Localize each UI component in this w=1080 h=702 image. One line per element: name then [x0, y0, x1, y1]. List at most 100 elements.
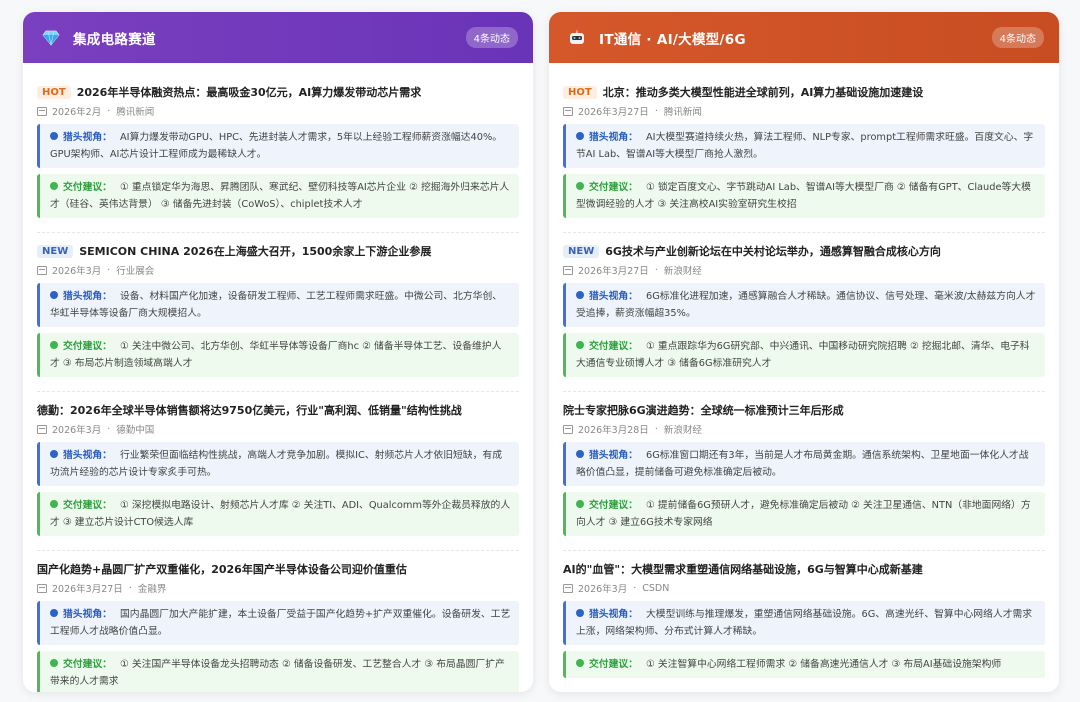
card-header: IT通信 · AI/大模型/6G 4条动态 — [549, 12, 1059, 63]
meta-separator: · — [107, 264, 111, 276]
newspaper-icon — [563, 106, 573, 116]
news-title[interactable]: HOT 2026年半导体融资热点：最高吸金30亿元，AI算力爆发带动芯片需求 — [37, 82, 519, 102]
news-item: HOT 北京：推动多类大模型性能进全球前列，AI算力基础设施加速建设 2026年3月… — [563, 82, 1045, 233]
news-date: 2026年3月 — [578, 584, 628, 595]
delivery-advice: 交付建议： ① 提前储备6G预研人才，避免标准确定后被动 ② 关注卫星通信、NTN… — [563, 492, 1045, 536]
count-badge: 4条动态 — [465, 27, 518, 48]
green-dot-icon — [576, 500, 584, 508]
news-source: 腾讯新闻 — [663, 107, 702, 118]
hot-tag: HOT — [37, 85, 71, 99]
advice-text: ① 重点锁定华为海思、昇腾团队、寒武纪、壁仞科技等AI芯片企业 ② 挖掘海外归来… — [50, 182, 510, 210]
news-source: 新浪财经 — [663, 266, 702, 277]
meta-separator: · — [654, 105, 658, 117]
gem-icon — [41, 28, 61, 48]
news-meta: 2026年3月27日 · 金融界 — [37, 579, 519, 597]
card-it-communications: IT通信 · AI/大模型/6G 4条动态 HOT 北京：推动多类大模型性能进全球… — [549, 12, 1059, 692]
news-source: 新浪财经 — [663, 425, 702, 436]
news-date: 2026年3月27日 — [578, 107, 649, 118]
delivery-advice: 交付建议： ① 重点锁定华为海思、昇腾团队、寒武纪、壁仞科技等AI芯片企业 ② 挖… — [37, 174, 519, 218]
news-item: AI的"血管"：大模型需求重塑通信网络基础设施，6G与智算中心成新基建 2026年… — [563, 559, 1045, 692]
news-date: 2026年3月27日 — [578, 266, 649, 277]
news-title[interactable]: 院士专家把脉6G演进趋势：全球统一标准预计三年后形成 — [563, 400, 1045, 420]
blue-dot-icon — [50, 450, 58, 458]
insight-text: 行业繁荣但面临结构性挑战，高端人才竞争加剧。模拟IC、射频芯片人才依旧短缺，有成… — [50, 450, 502, 478]
newspaper-icon — [37, 106, 47, 116]
news-date: 2026年3月 — [52, 266, 102, 277]
card-header: 集成电路赛道 4条动态 — [23, 12, 533, 63]
insight-text: 6G标准化进程加速，通感算融合人才稀缺。通信协议、信号处理、毫米波/太赫兹方向人… — [576, 291, 1036, 319]
news-title-text: 德勤：2026年全球半导体销售额将达9750亿美元，行业"高利润、低销量"结构性… — [37, 404, 462, 417]
green-dot-icon — [50, 182, 58, 190]
news-title[interactable]: NEW SEMICON CHINA 2026在上海盛大召开，1500余家上下游企业… — [37, 241, 519, 261]
headhunter-insight: 猎头视角： 6G标准窗口期还有3年，当前是人才布局黄金期。通信系统架构、卫星地面一… — [563, 442, 1045, 486]
insight-label: 猎头视角： — [63, 291, 112, 302]
meta-separator: · — [107, 423, 111, 435]
delivery-advice: 交付建议： ① 关注中微公司、北方华创、华虹半导体等设备厂商hc ② 储备半导体工… — [37, 333, 519, 377]
newspaper-icon — [563, 583, 573, 593]
news-title-text: 2026年半导体融资热点：最高吸金30亿元，AI算力爆发带动芯片需求 — [76, 86, 422, 99]
advice-label: 交付建议： — [589, 182, 638, 193]
card-integrated-circuits: 集成电路赛道 4条动态 HOT 2026年半导体融资热点：最高吸金30亿元，AI算… — [23, 12, 533, 692]
insight-label: 猎头视角： — [63, 609, 112, 620]
insight-text: 国内晶圆厂加大产能扩建，本土设备厂受益于国产化趋势+扩产双重催化。设备研发、工艺… — [50, 609, 511, 637]
blue-dot-icon — [576, 609, 584, 617]
advice-text: ① 关注国产半导体设备龙头招聘动态 ② 储备设备研发、工艺整合人才 ③ 布局晶圆… — [50, 659, 505, 687]
insight-text: AI大模型赛道持续火热，算法工程师、NLP专家、prompt工程师需求旺盛。百度… — [576, 132, 1034, 160]
news-meta: 2026年3月28日 · 新浪财经 — [563, 420, 1045, 438]
green-dot-icon — [576, 182, 584, 190]
green-dot-icon — [576, 341, 584, 349]
news-meta: 2026年3月 · CSDN — [563, 579, 1045, 597]
news-item: 国产化趋势+晶圆厂扩产双重催化，2026年国产半导体设备公司迎价值重估 2026年… — [37, 559, 519, 692]
meta-separator: · — [128, 582, 132, 594]
newspaper-icon — [563, 265, 573, 275]
new-tag: NEW — [37, 244, 74, 258]
news-title-text: 6G技术与产业创新论坛在中关村论坛举办，通感算智融合成核心方向 — [605, 245, 941, 258]
insight-text: 大模型训练与推理爆发，重塑通信网络基础设施。6G、高速光纤、智算中心网络人才需求… — [576, 609, 1033, 637]
insight-text: 设备、材料国产化加速，设备研发工程师、工艺工程师需求旺盛。中微公司、北方华创、华… — [50, 291, 503, 319]
insight-label: 猎头视角： — [589, 291, 638, 302]
blue-dot-icon — [576, 291, 584, 299]
advice-text: ① 提前储备6G预研人才，避免标准确定后被动 ② 关注卫星通信、NTN（非地面网… — [576, 500, 1031, 528]
advice-label: 交付建议： — [63, 341, 112, 352]
news-title[interactable]: 国产化趋势+晶圆厂扩产双重催化，2026年国产半导体设备公司迎价值重估 — [37, 559, 519, 579]
news-meta: 2026年3月27日 · 新浪财经 — [563, 261, 1045, 279]
advice-text: ① 锁定百度文心、字节跳动AI Lab、智谱AI等大模型厂商 ② 储备有GPT、… — [576, 182, 1031, 210]
news-meta: 2026年3月27日 · 腾讯新闻 — [563, 102, 1045, 120]
hot-tag: HOT — [563, 85, 597, 99]
insight-label: 猎头视角： — [589, 609, 638, 620]
blue-dot-icon — [50, 291, 58, 299]
blue-dot-icon — [50, 132, 58, 140]
news-title[interactable]: 德勤：2026年全球半导体销售额将达9750亿美元，行业"高利润、低销量"结构性… — [37, 400, 519, 420]
headhunter-insight: 猎头视角： 行业繁荣但面临结构性挑战，高端人才竞争加剧。模拟IC、射频芯片人才依旧… — [37, 442, 519, 486]
news-meta: 2026年3月 · 德勤中国 — [37, 420, 519, 438]
news-source: CSDN — [642, 582, 670, 594]
news-meta: 2026年2月 · 腾讯新闻 — [37, 102, 519, 120]
headhunter-insight: 猎头视角： 大模型训练与推理爆发，重塑通信网络基础设施。6G、高速光纤、智算中心网… — [563, 601, 1045, 645]
green-dot-icon — [50, 659, 58, 667]
delivery-advice: 交付建议： ① 深挖模拟电路设计、射频芯片人才库 ② 关注TI、ADI、Qualc… — [37, 492, 519, 536]
news-list: HOT 2026年半导体融资热点：最高吸金30亿元，AI算力爆发带动芯片需求 202… — [23, 63, 533, 692]
count-badge: 4条动态 — [991, 27, 1044, 48]
news-title[interactable]: NEW 6G技术与产业创新论坛在中关村论坛举办，通感算智融合成核心方向 — [563, 241, 1045, 261]
headhunter-insight: 猎头视角： 国内晶圆厂加大产能扩建，本土设备厂受益于国产化趋势+扩产双重催化。设备… — [37, 601, 519, 645]
news-list: HOT 北京：推动多类大模型性能进全球前列，AI算力基础设施加速建设 2026年3月… — [549, 63, 1059, 692]
meta-separator: · — [654, 264, 658, 276]
blue-dot-icon — [576, 132, 584, 140]
advice-text: ① 关注智算中心网络工程师需求 ② 储备高速光通信人才 ③ 布局AI基础设施架构… — [645, 659, 1002, 670]
card-title: 集成电路赛道 — [73, 31, 156, 48]
news-title-text: 院士专家把脉6G演进趋势：全球统一标准预计三年后形成 — [563, 404, 844, 417]
news-item: NEW 6G技术与产业创新论坛在中关村论坛举办，通感算智融合成核心方向 2026年3… — [563, 241, 1045, 392]
news-date: 2026年3月27日 — [52, 584, 123, 595]
insight-label: 猎头视角： — [63, 450, 112, 461]
green-dot-icon — [50, 500, 58, 508]
advice-label: 交付建议： — [63, 500, 112, 511]
newspaper-icon — [37, 424, 47, 434]
new-tag: NEW — [563, 244, 600, 258]
newspaper-icon — [37, 265, 47, 275]
meta-separator: · — [633, 582, 637, 594]
advice-label: 交付建议： — [589, 341, 638, 352]
news-title[interactable]: HOT 北京：推动多类大模型性能进全球前列，AI算力基础设施加速建设 — [563, 82, 1045, 102]
advice-text: ① 关注中微公司、北方华创、华虹半导体等设备厂商hc ② 储备半导体工艺、设备维… — [50, 341, 502, 369]
news-title[interactable]: AI的"血管"：大模型需求重塑通信网络基础设施，6G与智算中心成新基建 — [563, 559, 1045, 579]
advice-text: ① 深挖模拟电路设计、射频芯片人才库 ② 关注TI、ADI、Qualcomm等外… — [50, 500, 511, 528]
